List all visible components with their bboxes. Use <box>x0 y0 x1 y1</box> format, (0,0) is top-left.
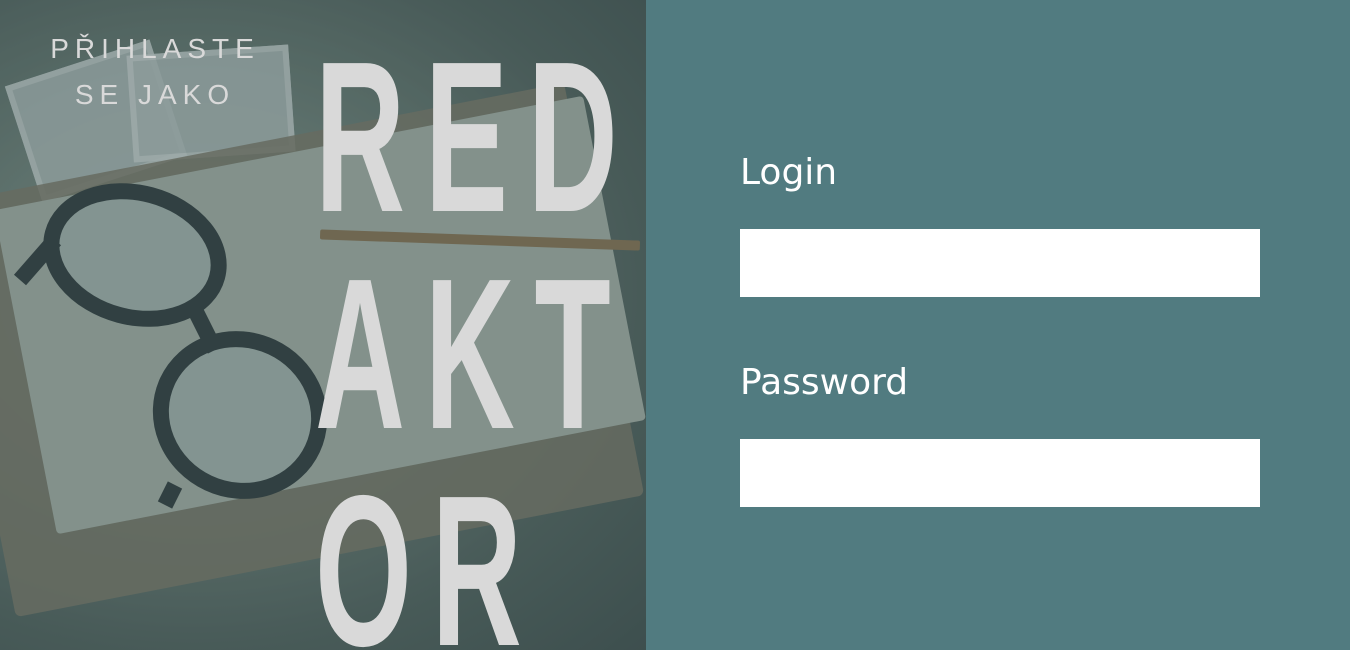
login-form: Login Password <box>740 0 1260 650</box>
caption-line-2: SE JAKO <box>74 79 236 110</box>
role-title-line-1: RED <box>315 16 638 257</box>
role-title-line-3: OR <box>315 450 542 650</box>
caption-line-1: PŘIHLASTE <box>50 33 260 64</box>
login-label: Login <box>740 152 838 193</box>
role-title-line-2: AKT <box>315 233 631 474</box>
password-input[interactable] <box>740 439 1260 507</box>
login-input[interactable] <box>740 229 1260 297</box>
login-as-caption: PŘIHLASTE SE JAKO <box>0 26 310 118</box>
decorative-photo-panel: PŘIHLASTE SE JAKO RED AKT OR <box>0 0 646 650</box>
password-label: Password <box>740 362 909 403</box>
role-title: RED AKT OR <box>315 16 638 650</box>
